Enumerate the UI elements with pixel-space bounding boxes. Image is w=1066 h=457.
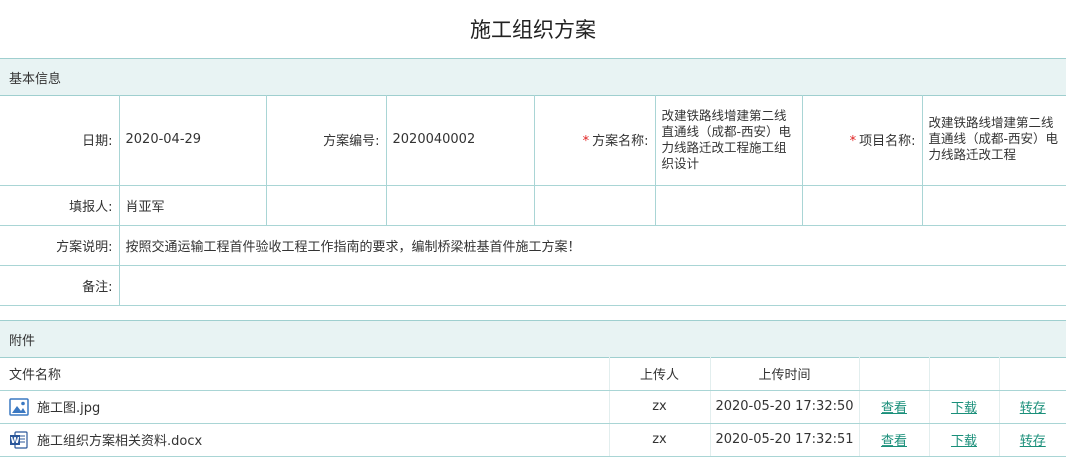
- filler-label: 填报人:: [0, 184, 120, 226]
- attachments-columns-row: 文件名称 上传人 上传时间: [0, 357, 1066, 391]
- required-mark: *: [582, 134, 590, 150]
- column-file-name: 文件名称: [0, 357, 610, 391]
- transfer-cell: 转存: [999, 423, 1066, 457]
- download-cell: 下载: [929, 390, 1000, 424]
- file-uploader: zx: [609, 390, 711, 424]
- transfer-link[interactable]: 转存: [1020, 434, 1046, 449]
- required-mark: *: [849, 134, 857, 150]
- empty-cell: [385, 184, 535, 226]
- download-cell: 下载: [929, 423, 1000, 457]
- file-upload-time: 2020-05-20 17:32:50: [710, 390, 860, 424]
- file-uploader: zx: [609, 423, 711, 457]
- file-upload-time: 2020-05-20 17:32:51: [710, 423, 860, 457]
- remark-label: 备注:: [0, 264, 120, 306]
- download-link[interactable]: 下载: [951, 434, 977, 449]
- attachments-table: 文件名称 上传人 上传时间 施工图.jpg zx 2020-05-20 17:3…: [0, 357, 1066, 457]
- filler-value: 肖亚军: [118, 184, 267, 226]
- table-row: 施工图.jpg zx 2020-05-20 17:32:50 查看 下载 转存: [0, 390, 1066, 424]
- column-empty: [859, 357, 930, 391]
- attachments-header: 附件: [0, 320, 1066, 358]
- column-empty: [999, 357, 1066, 391]
- download-link[interactable]: 下载: [951, 401, 977, 416]
- empty-cell: [533, 184, 656, 226]
- view-cell: 查看: [859, 390, 930, 424]
- basic-info-table: 日期: 2020-04-29 方案编号: 2020040002 * 方案名称: 改…: [0, 95, 1066, 306]
- column-upload-time: 上传时间: [710, 357, 860, 391]
- project-label: 项目名称:: [859, 134, 916, 150]
- view-link[interactable]: 查看: [881, 434, 907, 449]
- empty-cell: [921, 184, 1066, 226]
- project-value: 改建铁路线增建第二线直通线（成都-西安）电力线路迁改工程: [921, 95, 1066, 186]
- date-value: 2020-04-29: [118, 95, 267, 186]
- date-label: 日期:: [0, 95, 120, 186]
- view-cell: 查看: [859, 423, 930, 457]
- desc-value: 按照交通运输工程首件验收工程工作指南的要求，编制桥梁桩基首件施工方案！: [118, 224, 1066, 266]
- remark-value: [118, 264, 1066, 306]
- project-label-cell: * 项目名称:: [801, 95, 923, 186]
- image-file-icon: [9, 397, 29, 416]
- empty-cell: [801, 184, 923, 226]
- empty-cell: [654, 184, 803, 226]
- desc-label: 方案说明:: [0, 224, 120, 266]
- file-name: 施工组织方案相关资料.docx: [37, 434, 203, 449]
- file-name-cell: W 施工组织方案相关资料.docx: [0, 423, 610, 457]
- plan-name-value: 改建铁路线增建第二线直通线（成都-西安）电力线路迁改工程施工组织设计: [654, 95, 803, 186]
- plan-name-label: 方案名称:: [592, 134, 649, 150]
- word-file-icon: W: [10, 430, 28, 449]
- svg-text:W: W: [11, 436, 20, 445]
- transfer-link[interactable]: 转存: [1020, 401, 1046, 416]
- plan-no-label: 方案编号:: [265, 95, 387, 186]
- page-title: 施工组织方案: [470, 18, 596, 42]
- plan-no-value: 2020040002: [385, 95, 535, 186]
- transfer-cell: 转存: [999, 390, 1066, 424]
- table-row: W 施工组织方案相关资料.docx zx 2020-05-20 17:32:51…: [0, 423, 1066, 457]
- column-empty: [929, 357, 1000, 391]
- file-name: 施工图.jpg: [37, 401, 101, 416]
- empty-cell: [265, 184, 387, 226]
- attachments-header-label: 附件: [9, 333, 36, 349]
- view-link[interactable]: 查看: [881, 401, 907, 416]
- basic-info-header: 基本信息: [0, 58, 1066, 96]
- file-name-cell: 施工图.jpg: [0, 390, 610, 424]
- plan-name-label-cell: * 方案名称:: [533, 95, 656, 186]
- column-uploader: 上传人: [609, 357, 711, 391]
- basic-info-header-label: 基本信息: [9, 71, 62, 87]
